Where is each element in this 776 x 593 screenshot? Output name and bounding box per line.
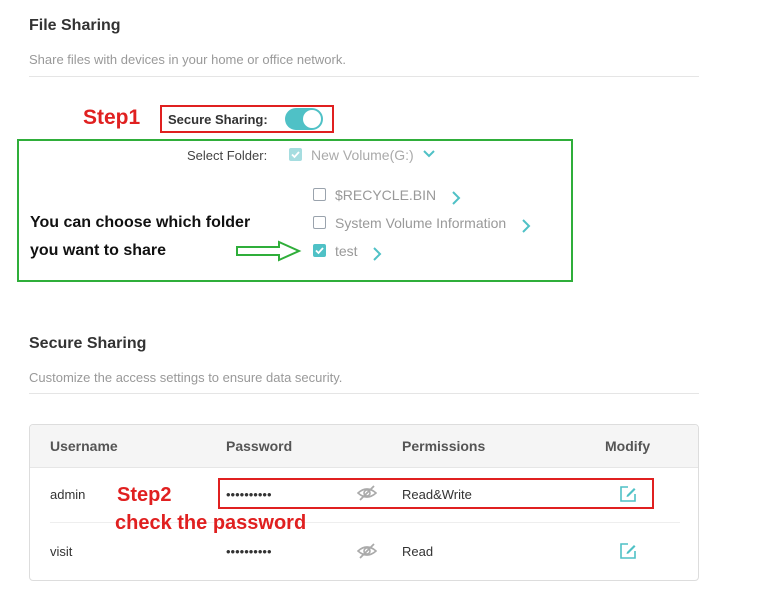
file-sharing-title: File Sharing	[29, 17, 121, 34]
column-header-username: Username	[50, 438, 118, 454]
folder-label-recycle-bin: $RECYCLE.BIN	[335, 187, 437, 203]
chevron-down-icon[interactable]	[422, 149, 436, 159]
choose-folder-annotation-line1: You can choose which folder	[30, 214, 251, 231]
checkmark-icon	[291, 151, 300, 159]
divider	[29, 393, 699, 394]
folder-label-system-volume: System Volume Information	[335, 215, 507, 231]
folder-label-test: test	[335, 243, 358, 259]
volume-checkbox[interactable]	[289, 148, 302, 161]
eye-slash-icon[interactable]	[356, 543, 378, 564]
step2-highlight-box	[218, 478, 654, 509]
step1-annotation: Step1	[83, 106, 141, 129]
table-header	[30, 425, 698, 468]
toggle-knob	[303, 110, 321, 128]
secure-sharing-label: Secure Sharing:	[168, 112, 268, 127]
chevron-right-icon[interactable]	[521, 218, 531, 234]
volume-label: New Volume(G:)	[311, 147, 414, 163]
step2-annotation: Step2	[117, 484, 172, 506]
username-cell: admin	[50, 487, 86, 502]
arrow-right-icon	[235, 240, 303, 267]
choose-folder-annotation-line2: you want to share	[30, 242, 167, 259]
secure-sharing-description: Customize the access settings to ensure …	[29, 370, 343, 385]
column-header-password: Password	[226, 438, 293, 454]
permissions-cell: Read	[402, 544, 434, 559]
file-sharing-description: Share files with devices in your home or…	[29, 52, 346, 67]
column-header-modify: Modify	[605, 438, 651, 454]
chevron-right-icon[interactable]	[451, 190, 461, 206]
folder-checkbox-recycle-bin[interactable]	[313, 188, 326, 201]
password-cell: ••••••••••	[226, 544, 272, 559]
divider	[29, 76, 699, 77]
folder-checkbox-test[interactable]	[313, 244, 326, 257]
secure-sharing-toggle[interactable]	[285, 108, 323, 130]
column-header-permissions: Permissions	[402, 438, 486, 454]
folder-checkbox-system-volume[interactable]	[313, 216, 326, 229]
chevron-right-icon[interactable]	[372, 246, 382, 262]
select-folder-label: Select Folder:	[187, 148, 268, 163]
username-cell: visit	[50, 544, 73, 559]
edit-icon[interactable]	[619, 542, 637, 565]
secure-sharing-title: Secure Sharing	[29, 335, 147, 352]
checkmark-icon	[315, 247, 324, 255]
check-password-annotation: check the password	[115, 512, 307, 534]
